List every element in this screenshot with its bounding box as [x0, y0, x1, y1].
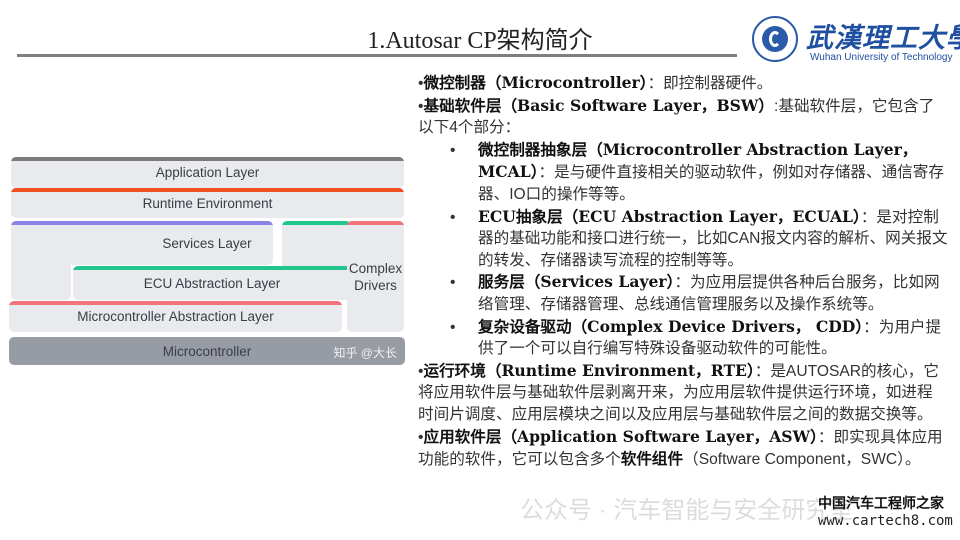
zhihu-watermark: 知乎 @大长 [333, 346, 397, 360]
sub-item-services: • 服务层（Services Layer）：为应用层提供各种后台服务，比如网络管理… [418, 271, 948, 315]
ecu-extension-accent [282, 221, 351, 225]
bullet: • [450, 318, 456, 336]
complex-drivers-accent [347, 221, 404, 225]
description-text: •微控制器（Microcontroller）：即控制器硬件。 •基础软件层（Ba… [418, 72, 948, 471]
complex-drivers-label: Complex Drivers [349, 260, 402, 294]
application-layer-accent [11, 157, 404, 161]
slide-title: 1.Autosar CP架构简介 [367, 28, 593, 54]
term-swc: 软件组件 [620, 449, 684, 469]
microcontroller-block: Microcontroller 知乎 @大长 [9, 337, 405, 365]
application-layer-block: Application Layer [11, 157, 404, 188]
mcal-label: Microcontroller Abstraction Layer [77, 309, 274, 324]
bullet: • [450, 141, 456, 159]
paragraph-asw: •应用软件层（Application Software Layer，ASW）：即… [418, 426, 948, 471]
ecu-abstraction-label: ECU Abstraction Layer [143, 275, 281, 291]
term-rte: 运行环境（Runtime Environment，RTE） [423, 360, 755, 380]
sub-item-ecual: • ECU抽象层（ECU Abstraction Layer，ECUAL）：是对控… [418, 206, 948, 272]
services-layer-block: Services Layer [11, 221, 273, 265]
mcal-block: Microcontroller Abstraction Layer [9, 301, 342, 332]
complex-drivers-line2: Drivers [354, 277, 397, 293]
term-ecual: ECU抽象层（ECU Abstraction Layer，ECUAL） [478, 206, 861, 226]
microcontroller-label: Microcontroller [162, 343, 252, 359]
paragraph-microcontroller: •微控制器（Microcontroller）：即控制器硬件。 [418, 72, 948, 95]
desc-microcontroller: ：即控制器硬件。 [647, 75, 773, 92]
term-microcontroller: 微控制器（Microcontroller） [423, 73, 648, 92]
logo-name-cn: 武漢理工大學 [806, 23, 960, 54]
term-bsw: 基础软件层（Basic Software Layer，BSW） [423, 95, 775, 115]
university-logo: 武漢理工大學 Wuhan University of Technology [752, 14, 960, 66]
title-divider [17, 54, 737, 57]
wechat-watermark: 公众号 · 汽车智能与安全研究室 [520, 497, 854, 524]
autosar-architecture-diagram: Application Layer Runtime Environment Se… [9, 154, 405, 366]
services-layer-accent [11, 221, 273, 225]
term-asw: 应用软件层（Application Software Layer，ASW） [423, 426, 818, 446]
ecu-abstraction-accent [73, 266, 351, 270]
term-cdd: 复杂设备驱动（Complex Device Drivers， CDD） [478, 316, 864, 336]
site-watermark-url: www.cartech8.com [818, 513, 953, 529]
desc-mcal: ：是与硬件直接相关的驱动软件，例如对存储器、通信寄存器、IO口的操作等等。 [478, 164, 944, 203]
paragraph-bsw: •基础软件层（Basic Software Layer，BSW）:基础软件层，它… [418, 95, 948, 139]
bullet: • [450, 274, 456, 292]
term-services: 服务层（Services Layer） [478, 272, 675, 292]
mcal-accent [9, 301, 342, 305]
site-watermark-cn: 中国汽车工程师之家 [818, 496, 944, 512]
services-layer-extension [11, 262, 71, 300]
logo-name-en: Wuhan University of Technology [810, 52, 953, 63]
rte-accent [11, 188, 404, 192]
bullet: • [450, 208, 456, 226]
ecu-abstraction-layer-block: ECU Abstraction Layer [73, 266, 351, 300]
rte-label: Runtime Environment [142, 195, 273, 211]
university-seal-icon [752, 16, 798, 62]
sub-item-mcal: • 微控制器抽象层（Microcontroller Abstraction Lay… [418, 139, 948, 206]
complex-drivers-block: Complex Drivers [347, 221, 404, 332]
complex-drivers-line1: Complex [348, 260, 403, 276]
paragraph-rte: •运行环境（Runtime Environment，RTE）：是AUTOSAR的… [418, 360, 948, 426]
desc-swc: （Software Component，SWC）。 [683, 451, 921, 469]
rte-block: Runtime Environment [11, 188, 404, 218]
sub-item-cdd: • 复杂设备驱动（Complex Device Drivers， CDD）：为用户… [418, 316, 948, 360]
services-layer-label: Services Layer [162, 235, 252, 251]
application-layer-label: Application Layer [155, 165, 260, 180]
